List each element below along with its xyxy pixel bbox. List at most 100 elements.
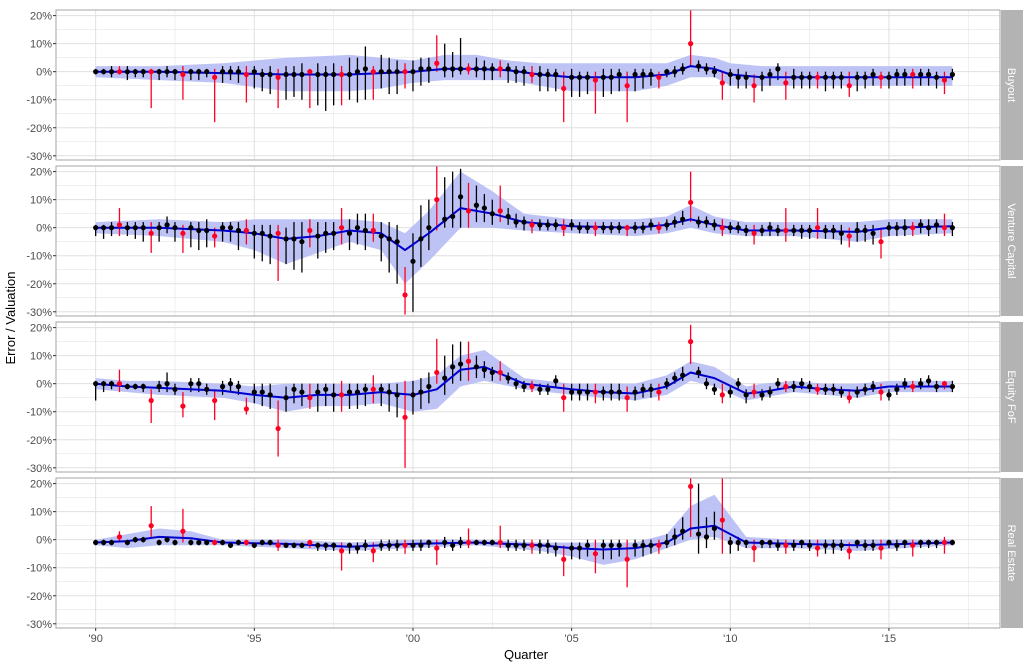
point-black <box>291 386 297 392</box>
point-black <box>862 74 868 80</box>
point-red <box>402 292 408 298</box>
point-black <box>870 542 876 548</box>
point-black <box>830 74 837 80</box>
point-black <box>807 542 813 548</box>
point-red <box>719 517 725 523</box>
point-black <box>164 69 170 75</box>
point-black <box>600 389 606 395</box>
point-black <box>680 66 686 72</box>
point-black <box>267 233 273 239</box>
point-black <box>219 383 226 390</box>
point-black <box>354 545 361 551</box>
point-black <box>600 74 606 80</box>
point-red <box>116 381 123 387</box>
y-tick-label: -30% <box>26 151 52 163</box>
point-black <box>124 383 130 390</box>
point-red <box>656 389 662 395</box>
point-black <box>394 392 400 398</box>
point-black <box>854 227 860 234</box>
point-black <box>862 227 868 234</box>
point-black <box>695 219 702 225</box>
point-black <box>513 381 519 387</box>
point-black <box>838 389 844 395</box>
point-black <box>450 364 456 370</box>
point-black <box>648 386 654 392</box>
point-black <box>608 225 614 231</box>
point-black <box>93 381 99 387</box>
point-black <box>172 386 178 392</box>
point-black <box>711 525 718 532</box>
point-black <box>394 239 400 245</box>
point-black <box>648 222 654 228</box>
point-red <box>656 542 662 548</box>
point-red <box>465 66 472 72</box>
point-black <box>807 383 813 390</box>
point-black <box>291 542 297 548</box>
point-black <box>235 227 242 234</box>
point-black <box>735 381 741 387</box>
point-black <box>283 236 289 242</box>
y-tick-label: -10% <box>26 251 52 263</box>
point-red <box>561 225 567 231</box>
point-black <box>283 395 289 401</box>
point-black <box>489 369 495 376</box>
point-black <box>442 539 448 546</box>
point-red <box>910 542 916 548</box>
point-black <box>791 383 797 390</box>
point-black <box>949 539 956 546</box>
point-red <box>688 483 694 490</box>
point-black <box>108 69 115 75</box>
point-red <box>307 395 313 401</box>
point-red <box>656 74 662 80</box>
point-black <box>259 71 265 78</box>
point-black <box>196 227 202 234</box>
point-black <box>664 69 670 75</box>
point-red <box>148 230 154 236</box>
point-black <box>108 381 115 387</box>
point-black <box>854 389 860 395</box>
point-red <box>783 542 789 548</box>
point-black <box>100 539 107 546</box>
point-red <box>688 41 694 47</box>
point-black <box>227 542 234 548</box>
point-black <box>251 69 257 75</box>
point-black <box>569 222 575 228</box>
point-red <box>338 392 345 398</box>
point-black <box>632 71 638 78</box>
point-black <box>727 539 733 546</box>
point-black <box>711 222 718 228</box>
point-black <box>775 381 781 387</box>
point-black <box>703 381 710 387</box>
point-black <box>188 225 194 231</box>
point-black <box>703 219 710 225</box>
point-black <box>259 539 265 546</box>
point-black <box>219 69 226 75</box>
point-black <box>100 69 107 75</box>
point-black <box>513 542 519 548</box>
point-black <box>505 66 511 72</box>
point-red <box>370 548 376 554</box>
point-black <box>299 389 305 395</box>
point-black <box>219 539 226 546</box>
point-black <box>640 542 646 548</box>
point-black <box>672 534 678 540</box>
point-red <box>212 539 218 546</box>
point-black <box>576 545 583 551</box>
point-black <box>188 539 194 546</box>
point-black <box>172 539 178 546</box>
point-black <box>235 383 242 390</box>
point-red <box>370 69 376 75</box>
point-black <box>791 227 797 234</box>
point-black <box>537 222 543 228</box>
point-red <box>465 358 472 364</box>
point-black <box>672 219 678 225</box>
point-black <box>838 542 844 548</box>
point-red <box>814 386 821 392</box>
point-black <box>553 71 559 78</box>
point-red <box>592 225 599 231</box>
point-black <box>386 69 392 75</box>
point-black <box>299 542 305 548</box>
point-black <box>354 69 361 75</box>
point-black <box>315 389 321 395</box>
point-black <box>664 381 670 387</box>
